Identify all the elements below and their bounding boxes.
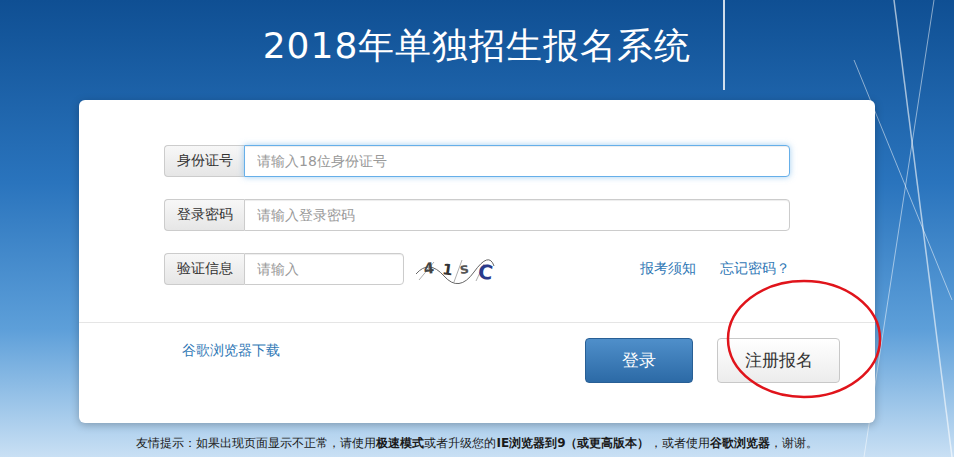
page-title: 2018年单独招生报名系统 — [263, 0, 692, 100]
input-group: 验证信息 — [164, 253, 404, 285]
field-label: 身份证号 — [164, 145, 244, 177]
highlight-ring — [724, 278, 884, 400]
form-row: 登录密码 — [164, 199, 790, 231]
input-group: 登录密码 — [164, 199, 790, 231]
field-input[interactable] — [244, 145, 790, 177]
register-button[interactable]: 注册报名 — [717, 338, 840, 383]
download-link[interactable]: 谷歌浏览器下载 — [182, 342, 280, 360]
login-form: 身份证号登录密码验证信息 41sC 报考须知 忘记密码？ — [79, 100, 875, 323]
help-link[interactable]: 忘记密码？ — [720, 260, 790, 278]
field-label: 验证信息 — [164, 253, 244, 285]
help-link[interactable]: 报考须知 — [640, 260, 696, 278]
captcha-image[interactable]: 41sC — [414, 254, 496, 284]
svg-text:4: 4 — [423, 259, 435, 278]
login-button[interactable]: 登录 — [585, 338, 693, 383]
footer-tip: 友情提示：如果出现页面显示不正常，请使用极速模式或者升级您的IE浏览器到9（或更… — [136, 435, 817, 452]
login-card: 身份证号登录密码验证信息 41sC 报考须知 忘记密码？ 谷歌浏览器下载 登录注册报名 — [79, 100, 875, 423]
svg-text:s: s — [459, 259, 470, 278]
button-group: 登录注册报名 — [585, 338, 840, 383]
login-page: 2018年单独招生报名系统身份证号登录密码验证信息 41sC 报考须知 忘记密码？ 谷歌… — [0, 0, 954, 457]
form-row: 身份证号 — [164, 145, 790, 177]
help-links: 报考须知 忘记密码？ — [640, 260, 790, 278]
action-bar: 谷歌浏览器下载 登录注册报名 — [79, 323, 875, 423]
form-row: 验证信息 41sC 报考须知 忘记密码？ — [164, 253, 790, 285]
field-input[interactable] — [244, 199, 790, 231]
field-input[interactable] — [244, 253, 404, 285]
field-label: 登录密码 — [164, 199, 244, 231]
svg-text:1: 1 — [441, 260, 454, 279]
svg-text:C: C — [476, 259, 494, 284]
input-group: 身份证号 — [164, 145, 790, 177]
